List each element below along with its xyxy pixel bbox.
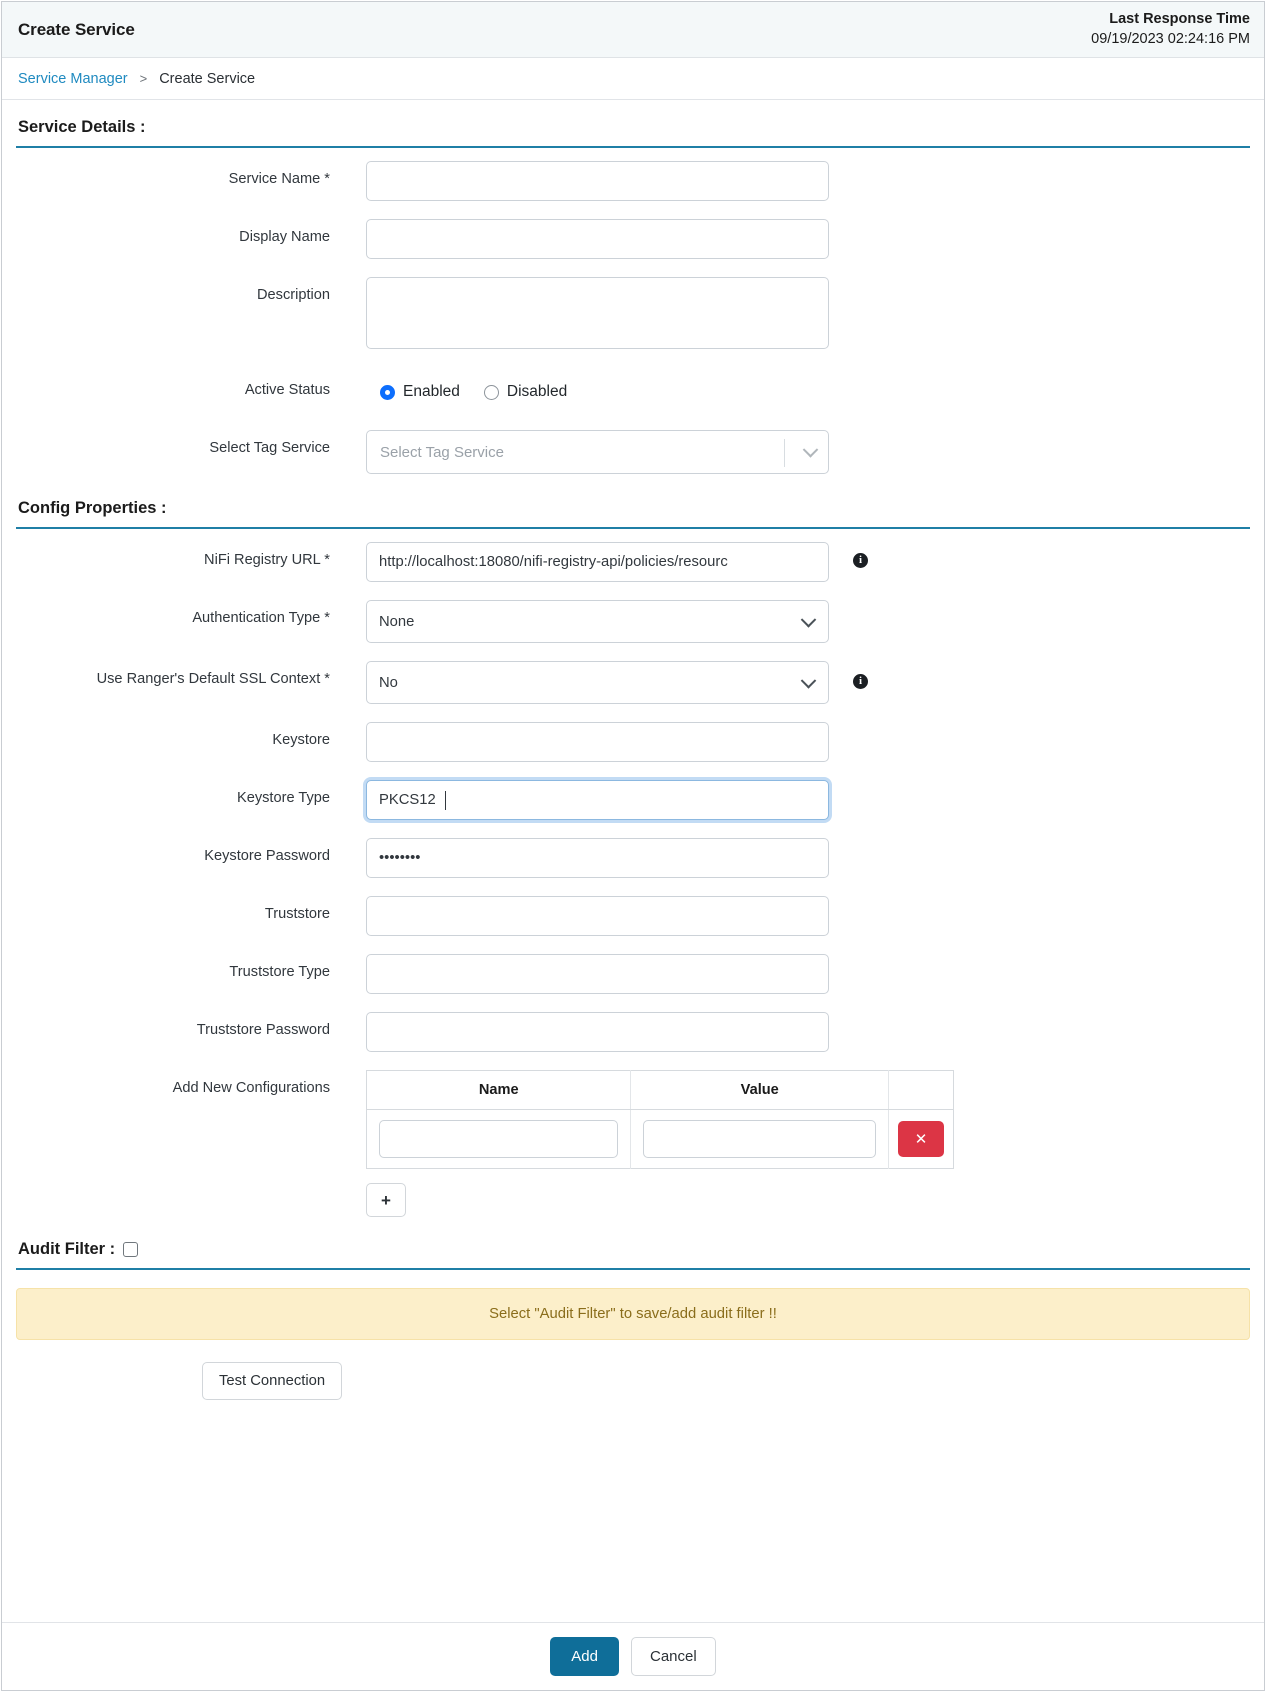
audit-filter-checkbox[interactable]: [123, 1242, 138, 1257]
field-row-truststore-password: Truststore Password: [16, 1003, 1250, 1061]
active-status-label: Active Status: [16, 372, 366, 399]
field-row-truststore-type: Truststore Type: [16, 945, 1250, 1003]
radio-disabled-icon[interactable]: [484, 385, 499, 400]
field-row-service-name: Service Name *: [16, 152, 1250, 210]
test-connection-wrap: Test Connection: [16, 1340, 1250, 1400]
audit-filter-alert: Select "Audit Filter" to save/add audit …: [16, 1288, 1250, 1340]
ssl-context-value: No: [379, 675, 398, 691]
add-button[interactable]: Add: [550, 1637, 619, 1676]
authentication-type-label: Authentication Type *: [16, 600, 366, 627]
description-textarea[interactable]: [366, 277, 829, 349]
column-header-name: Name: [367, 1071, 631, 1110]
radio-disabled[interactable]: Disabled: [484, 383, 567, 401]
description-label: Description: [16, 277, 366, 304]
add-new-configurations-table: Name Value: [366, 1070, 954, 1169]
last-response-time-label: Last Response Time: [1091, 10, 1250, 30]
cell-value: [631, 1110, 889, 1169]
audit-filter-section: Audit Filter :: [16, 1226, 1250, 1270]
radio-enabled[interactable]: Enabled: [380, 383, 460, 401]
field-row-keystore-password: Keystore Password: [16, 829, 1250, 887]
create-service-page: Create Service Last Response Time 09/19/…: [1, 1, 1265, 1691]
config-name-input[interactable]: [379, 1120, 618, 1158]
service-details-heading: Service Details :: [16, 100, 1250, 148]
table-header-row: Name Value: [367, 1071, 954, 1110]
breadcrumb: Service Manager > Create Service: [2, 58, 1264, 100]
breadcrumb-link-service-manager[interactable]: Service Manager: [18, 71, 128, 87]
field-row-add-new-configurations: Add New Configurations Name Value: [16, 1061, 1250, 1226]
authentication-type-select[interactable]: None: [366, 600, 829, 643]
chevron-down-icon[interactable]: [801, 612, 817, 628]
select-tag-service-label: Select Tag Service: [16, 430, 366, 457]
column-header-actions: [888, 1071, 953, 1110]
keystore-label: Keystore: [16, 722, 366, 749]
ssl-context-label: Use Ranger's Default SSL Context *: [16, 661, 366, 688]
last-response-time-value: 09/19/2023 02:24:16 PM: [1091, 30, 1250, 50]
keystore-password-input[interactable]: [366, 838, 829, 878]
audit-filter-alert-text: Select "Audit Filter" to save/add audit …: [489, 1306, 777, 1322]
select-divider: [784, 439, 785, 467]
chevron-down-icon[interactable]: [801, 673, 817, 689]
field-row-select-tag-service: Select Tag Service Select Tag Service: [16, 421, 1250, 483]
keystore-type-label: Keystore Type: [16, 780, 366, 807]
add-configuration-row-button[interactable]: +: [366, 1183, 406, 1217]
chevron-down-icon[interactable]: [803, 442, 819, 458]
field-row-nifi-registry-url: NiFi Registry URL * i: [16, 533, 1250, 591]
form-content: Service Details : Service Name * Display…: [2, 100, 1264, 1622]
info-icon-ssl-context[interactable]: i: [853, 674, 868, 689]
authentication-type-value: None: [379, 614, 414, 630]
cell-actions: ✕: [888, 1110, 953, 1169]
audit-filter-heading: Audit Filter :: [18, 1240, 115, 1259]
cancel-button[interactable]: Cancel: [631, 1637, 716, 1676]
radio-disabled-label: Disabled: [507, 383, 567, 401]
column-header-value: Value: [631, 1071, 889, 1110]
config-value-input[interactable]: [643, 1120, 876, 1158]
select-tag-service-placeholder: Select Tag Service: [367, 444, 504, 461]
field-row-description: Description: [16, 268, 1250, 363]
truststore-password-label: Truststore Password: [16, 1012, 366, 1039]
breadcrumb-current: Create Service: [159, 71, 255, 87]
add-new-configurations-label: Add New Configurations: [16, 1070, 366, 1097]
truststore-type-label: Truststore Type: [16, 954, 366, 981]
radio-enabled-icon[interactable]: [380, 385, 395, 400]
field-row-keystore: Keystore: [16, 713, 1250, 771]
nifi-registry-url-input[interactable]: [366, 542, 829, 582]
delete-row-button[interactable]: ✕: [898, 1121, 944, 1157]
field-row-display-name: Display Name: [16, 210, 1250, 268]
keystore-input[interactable]: [366, 722, 829, 762]
select-tag-service-dropdown[interactable]: Select Tag Service: [366, 430, 829, 474]
last-response-time: Last Response Time 09/19/2023 02:24:16 P…: [1091, 10, 1250, 49]
keystore-password-label: Keystore Password: [16, 838, 366, 865]
field-row-authentication-type: Authentication Type * None: [16, 591, 1250, 652]
test-connection-button[interactable]: Test Connection: [202, 1362, 342, 1400]
truststore-input[interactable]: [366, 896, 829, 936]
ssl-context-select[interactable]: No: [366, 661, 829, 704]
radio-enabled-label: Enabled: [403, 383, 460, 401]
field-row-active-status: Active Status Enabled Disabled: [16, 363, 1250, 421]
truststore-password-input[interactable]: [366, 1012, 829, 1052]
display-name-label: Display Name: [16, 219, 366, 246]
truststore-type-input[interactable]: [366, 954, 829, 994]
breadcrumb-separator-icon: >: [140, 71, 148, 86]
nifi-registry-url-label: NiFi Registry URL *: [16, 542, 366, 569]
keystore-type-input[interactable]: [366, 780, 829, 820]
page-header: Create Service Last Response Time 09/19/…: [2, 2, 1264, 58]
text-caret: [445, 791, 446, 810]
config-properties-heading: Config Properties :: [16, 483, 1250, 529]
display-name-input[interactable]: [366, 219, 829, 259]
table-row: ✕: [367, 1110, 954, 1169]
form-footer: Add Cancel: [2, 1622, 1264, 1690]
field-row-truststore: Truststore: [16, 887, 1250, 945]
active-status-radio-group: Enabled Disabled: [366, 372, 567, 412]
service-name-input[interactable]: [366, 161, 829, 201]
info-icon-nifi-registry-url[interactable]: i: [853, 553, 868, 568]
field-row-ssl-context: Use Ranger's Default SSL Context * No i: [16, 652, 1250, 713]
cell-name: [367, 1110, 631, 1169]
truststore-label: Truststore: [16, 896, 366, 923]
page-title: Create Service: [18, 20, 135, 40]
field-row-keystore-type: Keystore Type: [16, 771, 1250, 829]
service-name-label: Service Name *: [16, 161, 366, 188]
